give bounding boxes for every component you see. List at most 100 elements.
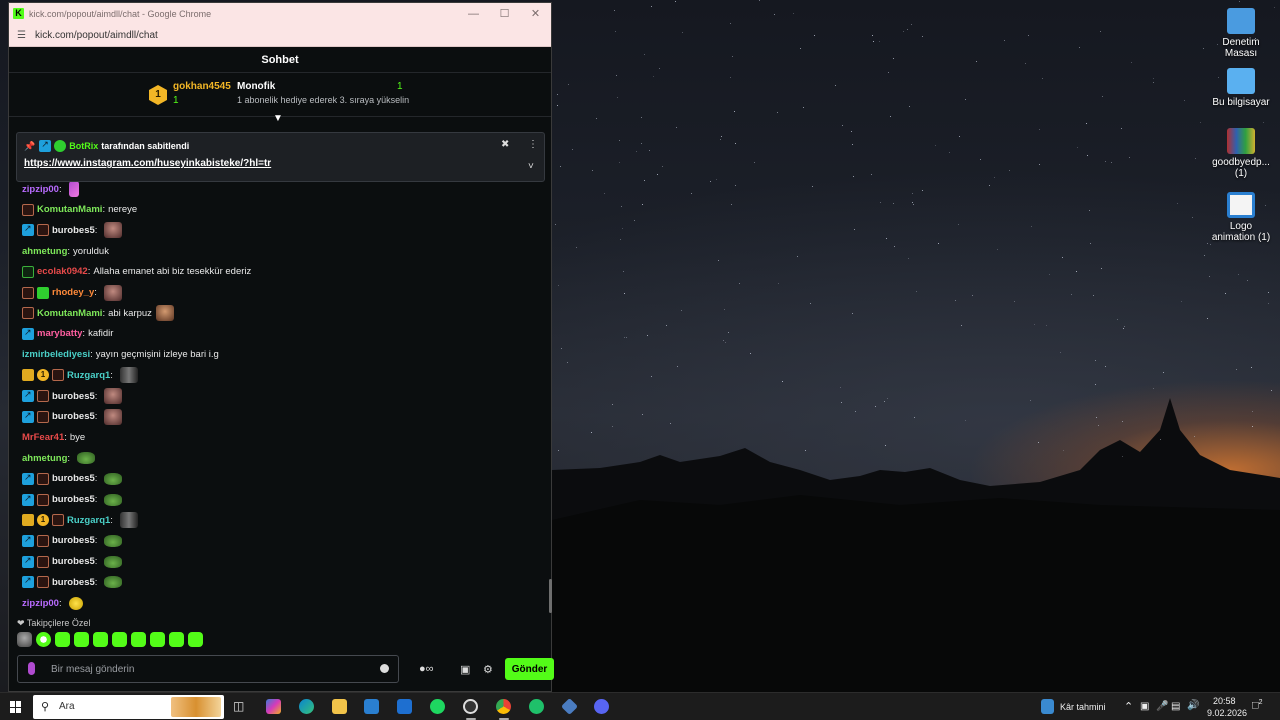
tray-app-icon[interactable]: ▣ (1140, 701, 1149, 712)
chat-username[interactable]: burobes5 (52, 411, 95, 422)
address-bar[interactable]: ☰ kick.com/popout/aimdll/chat (9, 24, 551, 47)
mail-icon[interactable] (397, 699, 412, 714)
chat-message[interactable]: MrFear41: bye (22, 427, 85, 447)
chat-username[interactable]: zipzip00 (22, 184, 59, 195)
leaderboard-top-user[interactable]: gokhan4545 (173, 81, 231, 92)
unpin-icon[interactable]: ✖ (501, 139, 509, 150)
chat-username[interactable]: ahmetung (22, 246, 67, 257)
chat-emote[interactable] (104, 388, 123, 404)
emote-button[interactable] (131, 632, 146, 647)
chat-emote[interactable] (104, 222, 123, 239)
chat-emote[interactable] (155, 305, 174, 322)
task-view-icon[interactable]: ◫ (233, 699, 248, 714)
notification-icon[interactable]: □2 (1252, 699, 1263, 712)
window-titlebar[interactable]: K kick.com/popout/aimdll/chat - Google C… (9, 3, 551, 24)
chat-message[interactable]: burobes5: (22, 386, 123, 406)
chat-username[interactable]: marybatty (37, 328, 82, 339)
chat-emote[interactable] (103, 284, 122, 301)
leaderboard-gift-user[interactable]: Monofik (237, 81, 275, 92)
network-icon[interactable]: ▤ (1171, 701, 1180, 712)
gear-icon[interactable]: ⚙ (483, 663, 493, 676)
chat-emote[interactable] (119, 367, 138, 384)
chat-username[interactable]: zipzip00 (22, 598, 59, 609)
chat-username[interactable]: KomutanMami (37, 308, 102, 319)
chat-username[interactable]: ahmetung (22, 453, 67, 464)
microsoft-store-icon[interactable] (364, 699, 379, 714)
chat-username[interactable]: burobes5 (52, 577, 95, 588)
chat-message[interactable]: marybatty:kafidir (22, 324, 113, 344)
emote-button[interactable] (36, 632, 51, 647)
chat-emote[interactable] (104, 534, 123, 547)
volume-icon[interactable]: 🔊 (1187, 700, 1199, 711)
minimize-icon[interactable]: — (458, 8, 489, 20)
chrome-icon[interactable] (496, 699, 511, 714)
vpn-icon[interactable] (561, 698, 578, 715)
chat-emote[interactable] (68, 181, 79, 197)
chat-message[interactable]: burobes5: (22, 407, 123, 427)
chat-username[interactable]: Ruzgarq1 (67, 515, 110, 526)
chat-scrollbar[interactable] (549, 579, 552, 613)
maximize-icon[interactable]: ☐ (489, 7, 520, 20)
discord-icon[interactable] (594, 699, 609, 714)
chat-username[interactable]: ecolak0942 (37, 266, 88, 277)
chat-message[interactable]: burobes5: (22, 220, 123, 240)
kick-points-icon[interactable]: ●∞ (419, 663, 434, 675)
chat-message[interactable]: KomutanMami: nereye (22, 200, 137, 220)
pinned-link[interactable]: https://www.instagram.com/huseyinkabiste… (24, 158, 271, 169)
site-settings-icon[interactable]: ☰ (17, 30, 26, 41)
emote-button[interactable] (74, 632, 89, 647)
close-icon[interactable]: ✕ (520, 7, 551, 20)
chat-emote[interactable] (104, 408, 123, 425)
clock-time[interactable]: 20:58 (1213, 696, 1236, 706)
microphone-icon[interactable] (28, 662, 35, 675)
stock-news-icon[interactable] (1041, 699, 1054, 714)
chat-message[interactable]: KomutanMami: abi karpuz (22, 303, 174, 323)
chat-emote[interactable] (104, 472, 123, 485)
chat-message-input[interactable] (17, 655, 399, 683)
chevron-down-icon[interactable]: ˅ (528, 161, 534, 172)
chat-username[interactable]: burobes5 (52, 473, 95, 484)
emote-button[interactable] (188, 632, 203, 647)
spotify-icon[interactable] (430, 699, 445, 714)
desktop-icon-archive[interactable]: goodbyedp... (1) (1208, 128, 1274, 179)
chat-emote[interactable] (104, 555, 123, 568)
chat-emote[interactable] (68, 596, 83, 610)
store-icon[interactable]: ▣ (460, 663, 470, 676)
chat-message[interactable]: 1 Ruzgarq1: (22, 510, 138, 530)
chat-message[interactable]: zipzip00: (22, 179, 79, 199)
start-windows-icon[interactable] (10, 701, 22, 713)
chat-message[interactable]: 1 Ruzgarq1: (22, 365, 138, 385)
file-explorer-icon[interactable] (332, 699, 347, 714)
weather-widget-text[interactable]: Kâr tahmini (1060, 702, 1106, 712)
desktop-icon-control-panel[interactable]: Denetim Masası (1208, 8, 1274, 59)
more-options-icon[interactable]: ⋮ (528, 139, 538, 150)
tray-chevron-up-icon[interactable]: ⌃ (1124, 700, 1133, 713)
microphone-tray-icon[interactable]: 🎤 (1156, 701, 1168, 712)
chat-message[interactable]: burobes5: (22, 531, 123, 551)
chat-username[interactable]: burobes5 (52, 535, 95, 546)
chat-message[interactable]: burobes5: (22, 552, 123, 572)
chat-username[interactable]: burobes5 (52, 225, 95, 236)
chat-username[interactable]: burobes5 (52, 494, 95, 505)
chat-username[interactable]: MrFear41 (22, 432, 64, 443)
chat-username[interactable]: burobes5 (52, 391, 95, 402)
emote-button[interactable] (112, 632, 127, 647)
taskbar-search-box[interactable]: ⚲ Ara (33, 695, 224, 719)
chat-username[interactable]: rhodey_y (52, 287, 94, 298)
chat-message[interactable]: ahmetung: (22, 448, 96, 468)
emote-button[interactable] (150, 632, 165, 647)
chat-message-list[interactable]: zipzip00:KomutanMami:nereyeburobes5:ahme… (9, 121, 545, 617)
chat-emote[interactable] (77, 452, 96, 465)
chat-username[interactable]: KomutanMami (37, 204, 102, 215)
chat-message[interactable]: zipzip00: (22, 593, 83, 613)
desktop-icon-this-pc[interactable]: Bu bilgisayar (1208, 68, 1274, 108)
send-button[interactable]: Gönder (505, 658, 554, 680)
chat-message[interactable]: burobes5: (22, 572, 123, 592)
chat-message[interactable]: burobes5: (22, 469, 123, 489)
chat-message[interactable]: rhodey_y: (22, 283, 122, 303)
pinned-by-user[interactable]: BotRix (69, 141, 98, 151)
chat-message[interactable]: burobes5: (22, 490, 123, 510)
emote-button[interactable] (17, 632, 32, 647)
chat-username[interactable]: burobes5 (52, 556, 95, 567)
chat-username[interactable]: izmirbelediyesi (22, 349, 90, 360)
